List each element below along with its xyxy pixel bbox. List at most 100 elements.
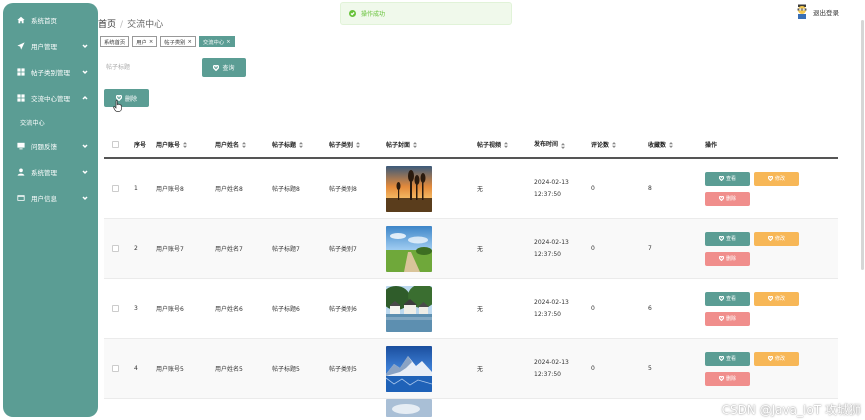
sort-icon[interactable] bbox=[356, 141, 361, 148]
send-icon bbox=[16, 42, 25, 51]
heart-icon bbox=[718, 315, 725, 322]
row-actions: 查看 修改 删除 bbox=[705, 291, 799, 326]
chevron-up-icon bbox=[82, 95, 88, 101]
cell-comments: 0 bbox=[591, 185, 595, 192]
search-button[interactable]: 查询 bbox=[202, 58, 246, 77]
sort-icon[interactable] bbox=[299, 141, 304, 148]
edit-button[interactable]: 修改 bbox=[754, 291, 799, 306]
header-title[interactable]: 帖子标题 bbox=[272, 140, 329, 149]
table-row: 4 用户账号5 用户姓名5 帖子标题5 帖子类别5 无 2024-02-13 1… bbox=[104, 339, 838, 399]
tag-label: 系统首页 bbox=[104, 39, 126, 46]
view-button[interactable]: 查看 bbox=[705, 291, 750, 306]
tag-home[interactable]: 系统首页 bbox=[100, 36, 130, 47]
header-comments[interactable]: 评论数 bbox=[591, 140, 648, 149]
view-button[interactable]: 查看 bbox=[705, 351, 750, 366]
cell-comments: 0 bbox=[591, 245, 595, 252]
header-cover[interactable]: 帖子封面 bbox=[386, 140, 477, 149]
close-icon[interactable]: × bbox=[187, 39, 191, 45]
close-icon[interactable]: × bbox=[149, 39, 153, 45]
cover-image[interactable] bbox=[386, 225, 432, 272]
check-circle-icon bbox=[349, 10, 356, 17]
tag-exchange-center[interactable]: 交流中心 × bbox=[198, 36, 235, 47]
cover-image[interactable] bbox=[386, 165, 432, 212]
heart-icon bbox=[718, 355, 725, 362]
tag-users[interactable]: 用户 × bbox=[132, 36, 158, 47]
cell-no: 4 bbox=[134, 365, 138, 372]
sort-icon[interactable] bbox=[242, 141, 247, 148]
header-account[interactable]: 用户账号 bbox=[156, 140, 215, 149]
batch-delete-label: 删除 bbox=[124, 95, 137, 103]
view-button[interactable]: 查看 bbox=[705, 171, 750, 186]
header-type[interactable]: 帖子类别 bbox=[329, 140, 386, 149]
sidebar-subitem-exchange-center[interactable]: 交流中心 bbox=[3, 111, 98, 133]
cell-video: 无 bbox=[477, 366, 484, 373]
view-button[interactable]: 查看 bbox=[705, 231, 750, 246]
edit-button[interactable]: 修改 bbox=[754, 171, 799, 186]
sidebar-item-label: 系统管理 bbox=[31, 169, 57, 177]
header-favorites[interactable]: 收藏数 bbox=[648, 140, 705, 149]
sidebar-item-system[interactable]: 系统管理 bbox=[3, 159, 98, 185]
breadcrumb-home[interactable]: 首页 bbox=[98, 20, 116, 30]
batch-delete-button[interactable]: 删除 bbox=[104, 89, 149, 107]
delete-button[interactable]: 删除 bbox=[705, 191, 750, 206]
sidebar-item-label: 用户信息 bbox=[31, 195, 57, 203]
header-name[interactable]: 用户姓名 bbox=[215, 140, 272, 149]
delete-button[interactable]: 删除 bbox=[705, 311, 750, 326]
cell-name: 用户姓名7 bbox=[215, 246, 243, 253]
cell-no: 1 bbox=[134, 185, 138, 192]
row-checkbox[interactable] bbox=[112, 185, 119, 192]
sidebar-item-post-category[interactable]: 帖子类别管理 bbox=[3, 59, 98, 85]
select-all-checkbox[interactable] bbox=[112, 141, 119, 148]
sort-icon[interactable] bbox=[561, 142, 566, 149]
sidebar-item-feedback[interactable]: 问题反馈 bbox=[3, 133, 98, 159]
delete-button[interactable]: 删除 bbox=[705, 251, 750, 266]
sort-icon[interactable] bbox=[504, 141, 509, 148]
sidebar-item-label: 问题反馈 bbox=[31, 143, 57, 151]
tag-bar: 系统首页 用户 × 帖子类别 × 交流中心 × bbox=[100, 36, 235, 47]
tag-label: 帖子类别 bbox=[164, 39, 186, 46]
cover-image[interactable] bbox=[386, 399, 432, 417]
sort-icon[interactable] bbox=[183, 141, 188, 148]
chevron-down-icon bbox=[82, 43, 88, 49]
cover-image[interactable] bbox=[386, 345, 432, 392]
cell-type: 帖子类别7 bbox=[329, 246, 357, 253]
user-icon bbox=[16, 168, 25, 177]
header-label: 帖子标题 bbox=[272, 142, 297, 149]
header-label: 帖子封面 bbox=[386, 142, 411, 149]
scrollbar[interactable] bbox=[861, 20, 864, 270]
sidebar-item-exchange-center[interactable]: 交流中心管理 bbox=[3, 85, 98, 111]
exchange-table: 序号 用户账号 用户姓名 帖子标题 帖子类别 帖子封面 帖子视频 发布时间 评论… bbox=[104, 132, 838, 419]
search-button-label: 查询 bbox=[222, 65, 235, 72]
cover-image[interactable] bbox=[386, 285, 432, 332]
search-input[interactable] bbox=[104, 58, 197, 77]
cell-name: 用户姓名6 bbox=[215, 306, 243, 313]
sidebar-item-user-info[interactable]: 用户信息 bbox=[3, 185, 98, 211]
close-icon[interactable]: × bbox=[226, 39, 230, 45]
logout-link[interactable]: 退出登录 bbox=[813, 7, 839, 17]
monitor-icon bbox=[16, 142, 25, 151]
sidebar-item-home[interactable]: 系统首页 bbox=[3, 7, 98, 33]
cell-type: 帖子类别8 bbox=[329, 186, 357, 193]
row-checkbox[interactable] bbox=[112, 305, 119, 312]
sort-icon[interactable] bbox=[669, 141, 674, 148]
breadcrumb: 首页 / 交流中心 bbox=[98, 17, 163, 30]
cell-account: 用户账号8 bbox=[156, 186, 184, 193]
edit-button[interactable]: 修改 bbox=[754, 231, 799, 246]
row-checkbox[interactable] bbox=[112, 245, 119, 252]
delete-button[interactable]: 删除 bbox=[705, 371, 750, 386]
sort-icon[interactable] bbox=[612, 141, 617, 148]
cell-account: 用户账号6 bbox=[156, 306, 184, 313]
sidebar-item-label: 用户管理 bbox=[31, 43, 57, 51]
cell-title: 帖子标题6 bbox=[272, 306, 300, 313]
delete-label: 删除 bbox=[725, 196, 736, 202]
tag-post-category[interactable]: 帖子类别 × bbox=[160, 36, 196, 47]
sidebar-item-users[interactable]: 用户管理 bbox=[3, 33, 98, 59]
cell-name: 用户姓名8 bbox=[215, 186, 243, 193]
table-row: 2 用户账号7 用户姓名7 帖子标题7 帖子类别7 无 2024-02-13 1… bbox=[104, 219, 838, 279]
row-checkbox[interactable] bbox=[112, 365, 119, 372]
sort-icon[interactable] bbox=[413, 141, 418, 148]
header-video[interactable]: 帖子视频 bbox=[477, 140, 534, 149]
grid-icon bbox=[16, 94, 25, 103]
edit-button[interactable]: 修改 bbox=[754, 351, 799, 366]
header-time[interactable]: 发布时间 bbox=[534, 139, 591, 151]
